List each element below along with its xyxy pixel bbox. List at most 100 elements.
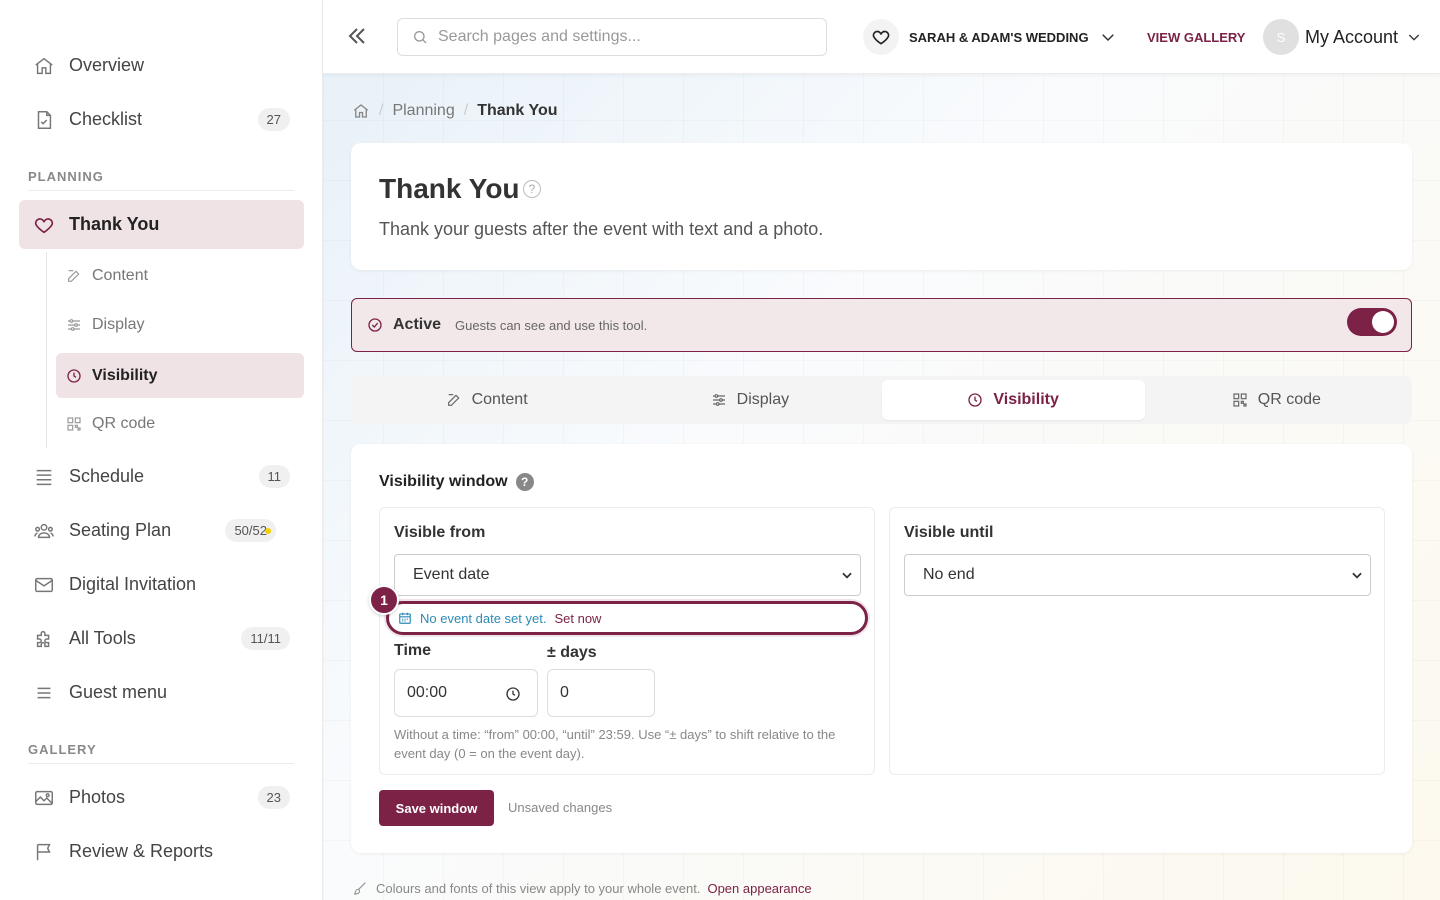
count-badge: 23: [257, 786, 290, 809]
sidebar-item-digital-invitation[interactable]: Digital Invitation: [19, 560, 304, 609]
count-badge: 27: [257, 108, 290, 131]
save-window-button[interactable]: Save window: [379, 790, 494, 826]
sidebar-item-thank-you[interactable]: Thank You: [19, 200, 304, 249]
event-date-notice: No event date set yet. Set now: [386, 601, 868, 635]
search-box[interactable]: [397, 18, 827, 56]
heart-icon: [33, 214, 55, 236]
sidebar-item-label: Checklist: [69, 109, 143, 129]
view-gallery-link[interactable]: VIEW GALLERY: [1147, 30, 1245, 45]
clock-icon: [66, 368, 82, 384]
sidebar-item-overview[interactable]: Overview: [19, 41, 304, 90]
count-badge: 11: [258, 465, 290, 488]
event-selector[interactable]: SARAH & ADAM'S WEDDING: [863, 19, 1117, 55]
heart-icon: [863, 19, 899, 55]
select-value: Event date: [413, 566, 490, 583]
sidebar-item-review-reports[interactable]: Review & Reports: [19, 827, 304, 876]
check-circle-icon: [367, 317, 383, 333]
status-label: Active: [393, 316, 442, 333]
account-label: My Account: [1305, 26, 1399, 47]
visibility-title: Visibility window: [379, 473, 508, 490]
sidebar-item-label: Guest menu: [69, 682, 168, 702]
chevron-down-icon: [1099, 28, 1117, 46]
sidebar-subitem-qr-code[interactable]: QR code: [56, 401, 304, 446]
status-dot: [265, 527, 271, 534]
step-marker: 1: [369, 585, 399, 615]
time-input[interactable]: 00:00: [394, 669, 538, 717]
days-input[interactable]: 0: [547, 669, 655, 717]
visible-from-select[interactable]: Event date: [394, 554, 861, 596]
section-title-gallery: GALLERY: [28, 742, 97, 757]
search-icon: [412, 29, 428, 45]
sidebar-item-checklist[interactable]: Checklist 27: [19, 95, 304, 144]
main-area: SARAH & ADAM'S WEDDING VIEW GALLERY S My…: [323, 0, 1440, 900]
tab-label: Content: [471, 391, 528, 408]
divider: [28, 763, 294, 764]
avatar: S: [1263, 19, 1299, 55]
submenu-line: [46, 252, 47, 448]
select-value: No end: [923, 566, 975, 583]
active-toggle[interactable]: [1347, 308, 1397, 336]
sliders-icon: [711, 392, 727, 408]
unsaved-changes-text: Unsaved changes: [508, 800, 613, 815]
visible-until-title: Visible until: [904, 524, 994, 541]
search-input[interactable]: [438, 28, 798, 46]
sidebar-item-label: Photos: [69, 787, 126, 807]
topbar: SARAH & ADAM'S WEDDING VIEW GALLERY S My…: [323, 0, 1440, 74]
time-value: 00:00: [407, 684, 448, 701]
appearance-footnote: Colours and fonts of this view apply to …: [352, 880, 812, 896]
visible-from-panel: Visible from Event date No event date se…: [369, 507, 875, 775]
set-now-link[interactable]: Set now: [554, 611, 601, 626]
open-appearance-link[interactable]: Open appearance: [707, 881, 811, 896]
tab-qr-code[interactable]: QR code: [1145, 380, 1408, 420]
page-subtitle: Thank your guests after the event with t…: [379, 219, 824, 239]
sidebar-item-label: Overview: [69, 55, 145, 75]
checklist-icon: [33, 109, 55, 131]
chevron-down-icon: [840, 568, 854, 582]
tab-content[interactable]: Content: [355, 380, 618, 420]
sidebar-item-photos[interactable]: Photos 23: [19, 773, 304, 822]
sidebar-subitem-display[interactable]: Display: [56, 302, 304, 347]
clock-icon: [505, 686, 521, 702]
visible-until-select[interactable]: No end: [904, 554, 1371, 596]
sidebar-item-label: Seating Plan: [69, 520, 172, 540]
calendar-icon: [398, 611, 412, 625]
edit-icon: [446, 392, 462, 408]
breadcrumb: / Planning / Thank You: [352, 102, 558, 120]
qr-icon: [66, 416, 82, 432]
visibility-header: Visibility window ?: [379, 473, 534, 491]
home-icon[interactable]: [352, 102, 370, 120]
tab-bar: Content Display Visibility QR code: [351, 376, 1412, 424]
sidebar-item-seating-plan[interactable]: Seating Plan 50/52: [19, 506, 304, 555]
tab-visibility[interactable]: Visibility: [881, 380, 1145, 420]
tab-label: QR code: [1257, 391, 1321, 408]
tab-label: Display: [736, 391, 790, 408]
chevron-down-icon: [1406, 29, 1422, 45]
sidebar-item-all-tools[interactable]: All Tools 11/11: [19, 614, 304, 663]
menu-icon: [33, 682, 55, 704]
visibility-card: Visibility window ? Visible from Event d…: [351, 444, 1412, 853]
account-menu[interactable]: S My Account: [1263, 19, 1422, 55]
sidebar-item-guest-menu[interactable]: Guest menu: [19, 668, 304, 717]
status-description: Guests can see and use this tool.: [455, 317, 648, 333]
visible-until-panel: Visible until No end: [889, 507, 1385, 775]
home-icon: [33, 55, 55, 77]
count-badge: 11/11: [241, 627, 290, 650]
sidebar-item-schedule[interactable]: Schedule 11: [19, 452, 304, 501]
image-icon: [33, 787, 55, 809]
time-hint: Without a time: “from” 00:00, “until” 23…: [394, 727, 836, 761]
notice-text: No event date set yet.: [420, 610, 547, 626]
sidebar-subitem-content[interactable]: Content: [56, 253, 304, 298]
sidebar-subitem-visibility[interactable]: Visibility: [56, 353, 304, 398]
footnote-text: Colours and fonts of this view apply to …: [376, 880, 701, 896]
sidebar-item-label: All Tools: [69, 628, 136, 648]
collapse-sidebar-icon[interactable]: [345, 24, 369, 48]
status-bar: Active Guests can see and use this tool.: [351, 298, 1412, 352]
tab-display[interactable]: Display: [618, 380, 881, 420]
people-icon: [33, 520, 55, 542]
breadcrumb-planning[interactable]: Planning: [392, 102, 454, 120]
days-value: 0: [560, 684, 569, 701]
help-icon[interactable]: ?: [523, 180, 541, 198]
help-icon[interactable]: ?: [515, 473, 534, 491]
section-title-planning: PLANNING: [28, 169, 104, 184]
page-header-card: Thank You ? Thank your guests after the …: [351, 143, 1412, 270]
